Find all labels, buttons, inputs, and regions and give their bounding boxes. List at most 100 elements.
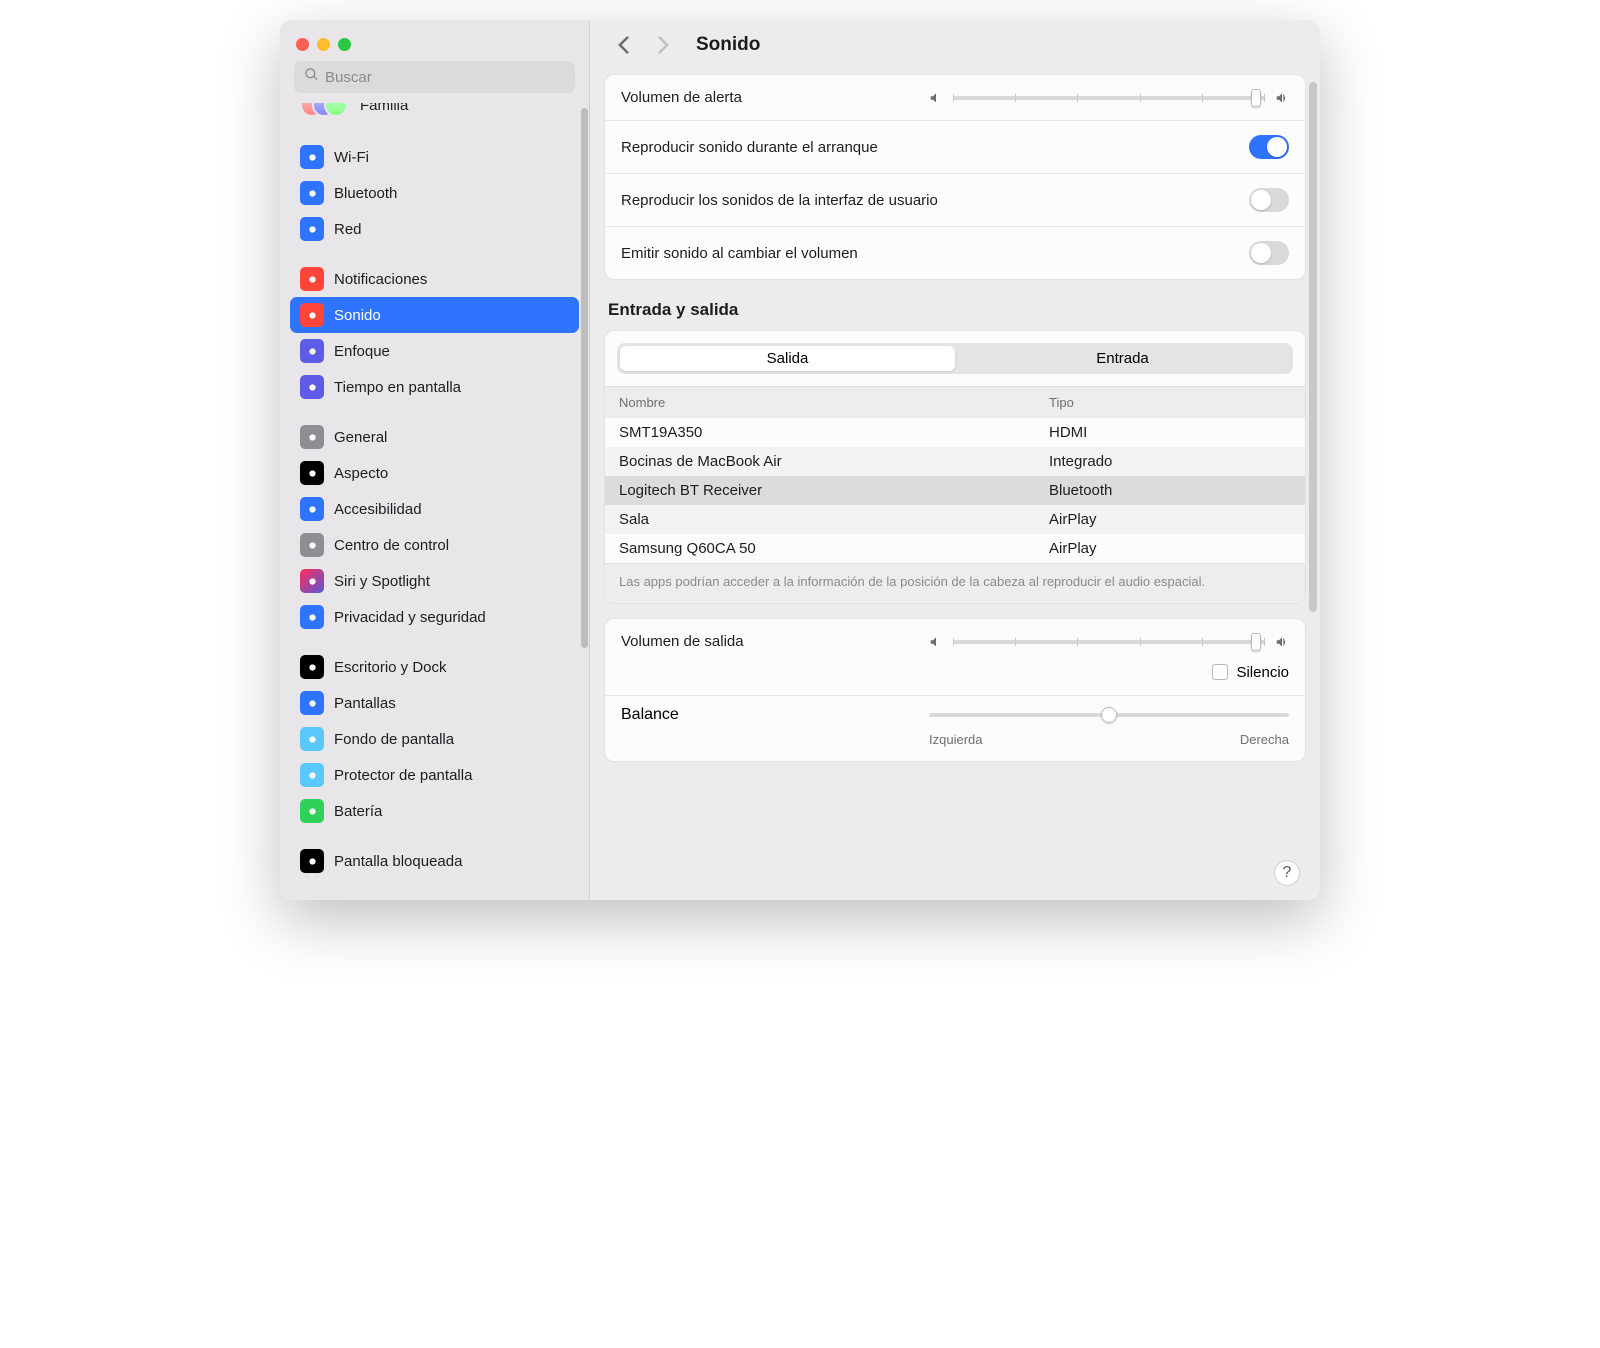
maximize-window-button[interactable] (338, 38, 351, 51)
sidebar-item-bluetooth[interactable]: Bluetooth (290, 175, 579, 211)
balance-slider[interactable] (929, 713, 1289, 717)
device-type: AirPlay (1049, 540, 1291, 557)
sidebar-item-label: Batería (334, 803, 382, 820)
family-label: Familia (360, 103, 408, 114)
sidebar-item-tiempo-en-pantalla[interactable]: Tiempo en pantalla (290, 369, 579, 405)
sidebar-scrollbar[interactable] (581, 108, 588, 648)
sidebar-item-icon (300, 691, 324, 715)
speaker-high-icon (1275, 635, 1289, 649)
sidebar-item-icon (300, 339, 324, 363)
main-scrollbar[interactable] (1309, 82, 1317, 612)
sidebar-item-icon (300, 145, 324, 169)
main-content: Sonido Volumen de alerta (590, 20, 1320, 900)
device-row[interactable]: SMT19A350HDMI (605, 418, 1305, 447)
sidebar-item-pantalla-bloqueada[interactable]: Pantalla bloqueada (290, 843, 579, 879)
mute-checkbox[interactable] (1212, 664, 1228, 680)
sidebar-item-icon (300, 181, 324, 205)
sidebar-item-label: Bluetooth (334, 185, 397, 202)
minimize-window-button[interactable] (317, 38, 330, 51)
sidebar-item-label: Sonido (334, 307, 381, 324)
sidebar-item-icon (300, 569, 324, 593)
device-row[interactable]: Bocinas de MacBook AirIntegrado (605, 447, 1305, 476)
mute-label: Silencio (1236, 664, 1289, 681)
sidebar-item-label: Aspecto (334, 465, 388, 482)
device-row[interactable]: Logitech BT ReceiverBluetooth (605, 476, 1305, 505)
forward-button[interactable] (652, 34, 674, 56)
sidebar-item-notificaciones[interactable]: Notificaciones (290, 261, 579, 297)
sidebar-item-icon (300, 763, 324, 787)
sidebar-item-icon (300, 533, 324, 557)
sidebar-item-accesibilidad[interactable]: Accesibilidad (290, 491, 579, 527)
sidebar-item-label: Accesibilidad (334, 501, 422, 518)
tab-input[interactable]: Entrada (955, 346, 1290, 371)
sidebar-item-label: Protector de pantalla (334, 767, 472, 784)
speaker-low-icon (929, 91, 943, 105)
device-row[interactable]: Samsung Q60CA 50AirPlay (605, 534, 1305, 563)
sidebar-item-privacidad-y-seguridad[interactable]: Privacidad y seguridad (290, 599, 579, 635)
sidebar-item-label: Siri y Spotlight (334, 573, 430, 590)
output-volume-slider[interactable] (929, 635, 1289, 649)
column-type: Tipo (1049, 395, 1291, 410)
speaker-low-icon (929, 635, 943, 649)
sidebar-item-label: Pantalla bloqueada (334, 853, 462, 870)
sidebar-item-label: Escritorio y Dock (334, 659, 447, 676)
sidebar-item-label: Enfoque (334, 343, 390, 360)
ui-sounds-label: Reproducir los sonidos de la interfaz de… (621, 192, 938, 209)
sidebar-list[interactable]: Familia Wi-Fi Bluetooth Red Notificaciones S… (280, 103, 589, 900)
device-type: Bluetooth (1049, 482, 1291, 499)
device-type: AirPlay (1049, 511, 1291, 528)
device-name: SMT19A350 (619, 424, 1049, 441)
sidebar-item-family[interactable]: Familia (290, 103, 579, 125)
ui-sounds-toggle[interactable] (1249, 188, 1289, 212)
sidebar-item-sonido[interactable]: Sonido (290, 297, 579, 333)
spatial-audio-hint: Las apps podrían acceder a la informació… (605, 563, 1305, 603)
alert-volume-slider[interactable] (929, 91, 1289, 105)
sidebar-item-escritorio-y-dock[interactable]: Escritorio y Dock (290, 649, 579, 685)
device-type: HDMI (1049, 424, 1291, 441)
sidebar: Familia Wi-Fi Bluetooth Red Notificaciones S… (280, 20, 590, 900)
sidebar-item-label: Centro de control (334, 537, 449, 554)
sidebar-item-label: Tiempo en pantalla (334, 379, 461, 396)
startup-sound-toggle[interactable] (1249, 135, 1289, 159)
device-name: Logitech BT Receiver (619, 482, 1049, 499)
column-name: Nombre (619, 395, 1049, 410)
sidebar-item-icon (300, 849, 324, 873)
device-name: Bocinas de MacBook Air (619, 453, 1049, 470)
sidebar-item-label: Privacidad y seguridad (334, 609, 486, 626)
close-window-button[interactable] (296, 38, 309, 51)
sidebar-item-icon (300, 655, 324, 679)
sidebar-item-label: Notificaciones (334, 271, 427, 288)
sidebar-item-general[interactable]: General (290, 419, 579, 455)
search-field[interactable] (294, 61, 575, 93)
page-title: Sonido (696, 34, 760, 56)
sidebar-item-icon (300, 217, 324, 241)
sidebar-item-siri-y-spotlight[interactable]: Siri y Spotlight (290, 563, 579, 599)
device-row[interactable]: SalaAirPlay (605, 505, 1305, 534)
back-button[interactable] (612, 34, 634, 56)
sidebar-item-wi-fi[interactable]: Wi-Fi (290, 139, 579, 175)
volume-feedback-label: Emitir sonido al cambiar el volumen (621, 245, 858, 262)
sidebar-item-batería[interactable]: Batería (290, 793, 579, 829)
sidebar-item-label: Fondo de pantalla (334, 731, 454, 748)
help-button[interactable]: ? (1274, 860, 1300, 886)
balance-label: Balance (621, 706, 679, 724)
tab-output[interactable]: Salida (620, 346, 955, 371)
sidebar-item-pantallas[interactable]: Pantallas (290, 685, 579, 721)
sidebar-item-enfoque[interactable]: Enfoque (290, 333, 579, 369)
startup-sound-label: Reproducir sonido durante el arranque (621, 139, 878, 156)
sidebar-item-label: General (334, 429, 387, 446)
volume-feedback-toggle[interactable] (1249, 241, 1289, 265)
device-name: Samsung Q60CA 50 (619, 540, 1049, 557)
sidebar-item-icon (300, 605, 324, 629)
sidebar-item-icon (300, 375, 324, 399)
sidebar-item-protector-de-pantalla[interactable]: Protector de pantalla (290, 757, 579, 793)
device-name: Sala (619, 511, 1049, 528)
io-panel: Salida Entrada Nombre Tipo SMT19A350HDMI… (604, 330, 1306, 604)
system-settings-window: Familia Wi-Fi Bluetooth Red Notificaciones S… (280, 20, 1320, 900)
sidebar-item-fondo-de-pantalla[interactable]: Fondo de pantalla (290, 721, 579, 757)
search-input[interactable] (325, 69, 565, 86)
sidebar-item-label: Pantallas (334, 695, 396, 712)
sidebar-item-aspecto[interactable]: Aspecto (290, 455, 579, 491)
sidebar-item-red[interactable]: Red (290, 211, 579, 247)
sidebar-item-centro-de-control[interactable]: Centro de control (290, 527, 579, 563)
